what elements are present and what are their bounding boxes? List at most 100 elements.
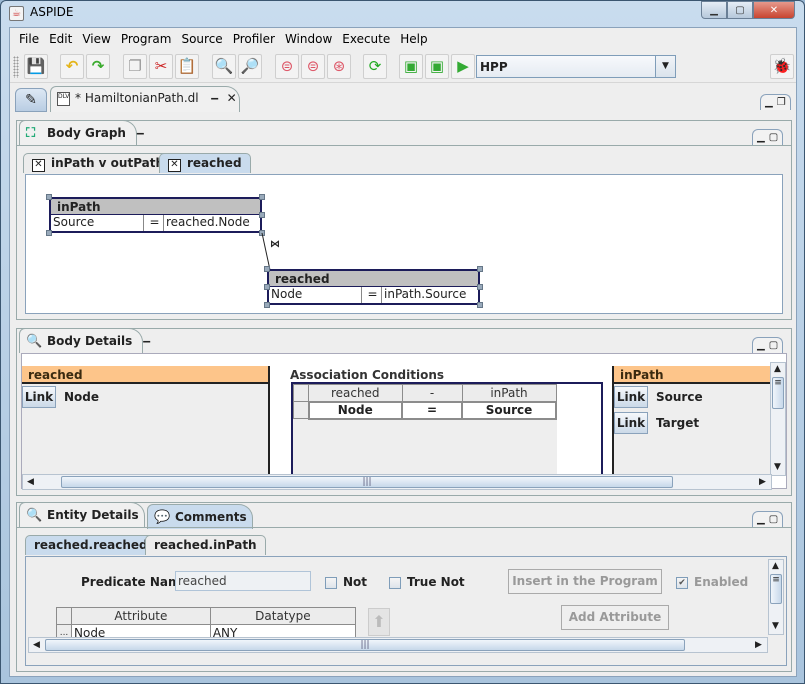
add-rule-button[interactable]: ⊜: [275, 54, 299, 79]
run-config-select[interactable]: HPP ▼: [476, 55, 676, 78]
refresh-button[interactable]: ⟳: [363, 54, 387, 79]
paste-button[interactable]: 📋: [175, 54, 199, 79]
table-cell[interactable]: Source: [461, 400, 557, 420]
close-button[interactable]: ✕: [753, 1, 795, 19]
title-bar[interactable]: ☕ ASPIDE ▁ ▢ ✕: [1, 1, 804, 25]
link-button[interactable]: Link: [614, 386, 648, 408]
resize-handle[interactable]: [264, 284, 270, 290]
menu-source[interactable]: Source: [176, 32, 227, 46]
horizontal-scrollbar[interactable]: ◀ ||| ▶: [22, 474, 772, 490]
run-button[interactable]: ▶: [451, 54, 475, 79]
enabled-checkbox[interactable]: ✔ Enabled: [676, 575, 748, 589]
table-cell[interactable]: Node: [307, 400, 403, 420]
scrollbar-thumb[interactable]: |||: [45, 639, 685, 651]
subtab-reached[interactable]: ✕ reached: [159, 153, 251, 173]
scrollbar-thumb[interactable]: |||: [61, 476, 673, 488]
vertical-scrollbar[interactable]: ▲ ≡ ▼: [770, 362, 786, 476]
vertical-scrollbar[interactable]: ▲ ≡ ▼: [768, 559, 784, 635]
resize-handle[interactable]: [477, 266, 483, 272]
insert-in-program-button[interactable]: Insert in the Program: [508, 569, 662, 594]
table-cell[interactable]: =: [401, 400, 463, 420]
link-button[interactable]: Link: [22, 386, 56, 408]
move-up-button[interactable]: ⬆: [368, 608, 390, 636]
find-button[interactable]: 🔍: [212, 54, 236, 79]
minimize-icon[interactable]: ▁: [765, 97, 773, 108]
subtab-reached-reached[interactable]: reached.reached: [25, 535, 157, 555]
menu-window[interactable]: Window: [280, 32, 337, 46]
run-config-button[interactable]: ▣: [399, 54, 423, 79]
redo-button[interactable]: ↷: [86, 54, 110, 79]
scrollbar-thumb[interactable]: ≡: [770, 574, 782, 604]
scroll-left-icon[interactable]: ◀: [27, 477, 34, 487]
maximize-icon[interactable]: ▢: [769, 132, 778, 143]
editor-tab[interactable]: ✎: [15, 88, 47, 112]
maximize-icon[interactable]: ▢: [769, 340, 778, 351]
undo-button[interactable]: ↶: [60, 54, 84, 79]
scroll-right-icon[interactable]: ▶: [759, 477, 766, 487]
tab-entity-details[interactable]: 🔍Entity Details ‒: [19, 502, 157, 527]
save-button[interactable]: 💾: [24, 54, 48, 79]
menu-program[interactable]: Program: [116, 32, 177, 46]
close-icon[interactable]: ✕: [32, 159, 45, 172]
resize-handle[interactable]: [264, 302, 270, 308]
tab-comments[interactable]: 💬 Comments: [147, 504, 253, 529]
scroll-left-icon[interactable]: ◀: [33, 640, 40, 650]
scroll-right-icon[interactable]: ▶: [755, 640, 762, 650]
tab-hamiltonianpath[interactable]: DLV * HamiltonianPath.dl ‒ ✕: [50, 86, 240, 112]
minimize-icon[interactable]: ▁: [757, 132, 765, 143]
debug-tool-button[interactable]: 🐞: [770, 54, 794, 79]
minimize-button[interactable]: ▁: [701, 1, 727, 19]
checkbox-box[interactable]: [325, 576, 337, 589]
link-button[interactable]: Link: [614, 412, 648, 434]
maximize-icon[interactable]: ▢: [769, 514, 778, 525]
not-checkbox[interactable]: Not: [325, 575, 367, 589]
resize-handle[interactable]: [264, 266, 270, 272]
add-attribute-button[interactable]: Add Attribute: [561, 605, 669, 630]
menu-file[interactable]: File: [14, 32, 44, 46]
minimize-icon[interactable]: ▁: [757, 340, 765, 351]
checkbox-box[interactable]: [389, 576, 401, 589]
add-rule-group-button[interactable]: ⊛: [327, 54, 351, 79]
resize-handle[interactable]: [477, 302, 483, 308]
horizontal-scrollbar[interactable]: ◀ ||| ▶: [28, 637, 768, 653]
minimize-tab-icon[interactable]: ‒: [210, 91, 218, 105]
file-tab-label: * HamiltonianPath.dl: [75, 91, 199, 105]
scrollbar-thumb[interactable]: ≡: [772, 377, 784, 409]
close-tab-icon[interactable]: ✕: [227, 91, 237, 105]
minimize-panel-icon[interactable]: ‒: [136, 126, 144, 140]
true-not-checkbox[interactable]: True Not: [389, 575, 465, 589]
subtab-inpath-v-outpath[interactable]: ✕ inPath v outPath: [23, 153, 174, 173]
toolbar-grip[interactable]: [13, 56, 19, 78]
menu-view[interactable]: View: [77, 32, 115, 46]
find-replace-button[interactable]: 🔎: [238, 54, 262, 79]
copy-button[interactable]: ❐: [123, 54, 147, 79]
row-header[interactable]: [293, 401, 309, 419]
checkmark-icon[interactable]: ✔: [676, 576, 688, 589]
menu-edit[interactable]: Edit: [44, 32, 77, 46]
predicate-name-input[interactable]: [175, 571, 311, 591]
menu-help[interactable]: Help: [395, 32, 432, 46]
chevron-down-icon[interactable]: ▼: [655, 56, 675, 77]
tab-body-graph[interactable]: ⛶ Body Graph ‒: [19, 120, 145, 145]
cut-button[interactable]: ✂: [149, 54, 173, 79]
scroll-down-icon[interactable]: ▼: [772, 621, 779, 631]
close-icon[interactable]: ✕: [168, 159, 181, 172]
graph-node-reached[interactable]: reached Node = inPath.Source: [267, 269, 480, 305]
menu-profiler[interactable]: Profiler: [228, 32, 280, 46]
tab-body-details[interactable]: 🔍 Body Details ‒: [19, 328, 151, 353]
menu-execute[interactable]: Execute: [337, 32, 395, 46]
maximize-button[interactable]: ▢: [727, 1, 753, 19]
table-row[interactable]: Node = Source: [293, 400, 557, 420]
subtab-reached-inpath[interactable]: reached.inPath: [145, 535, 266, 555]
debug-run-button[interactable]: ▣: [425, 54, 449, 79]
resize-handle[interactable]: [477, 284, 483, 290]
graph-canvas[interactable]: inPath Source = reached.Node ⋈ reached N…: [25, 174, 783, 314]
minimize-panel-icon[interactable]: ‒: [142, 334, 150, 348]
magnifier-entity-icon: 🔍: [26, 508, 43, 523]
add-rules-button[interactable]: ⊜: [301, 54, 325, 79]
scroll-up-icon[interactable]: ▲: [774, 364, 781, 374]
scroll-up-icon[interactable]: ▲: [772, 561, 779, 571]
restore-icon[interactable]: ❐: [777, 97, 786, 108]
scroll-down-icon[interactable]: ▼: [774, 462, 781, 472]
minimize-icon[interactable]: ▁: [757, 514, 765, 525]
